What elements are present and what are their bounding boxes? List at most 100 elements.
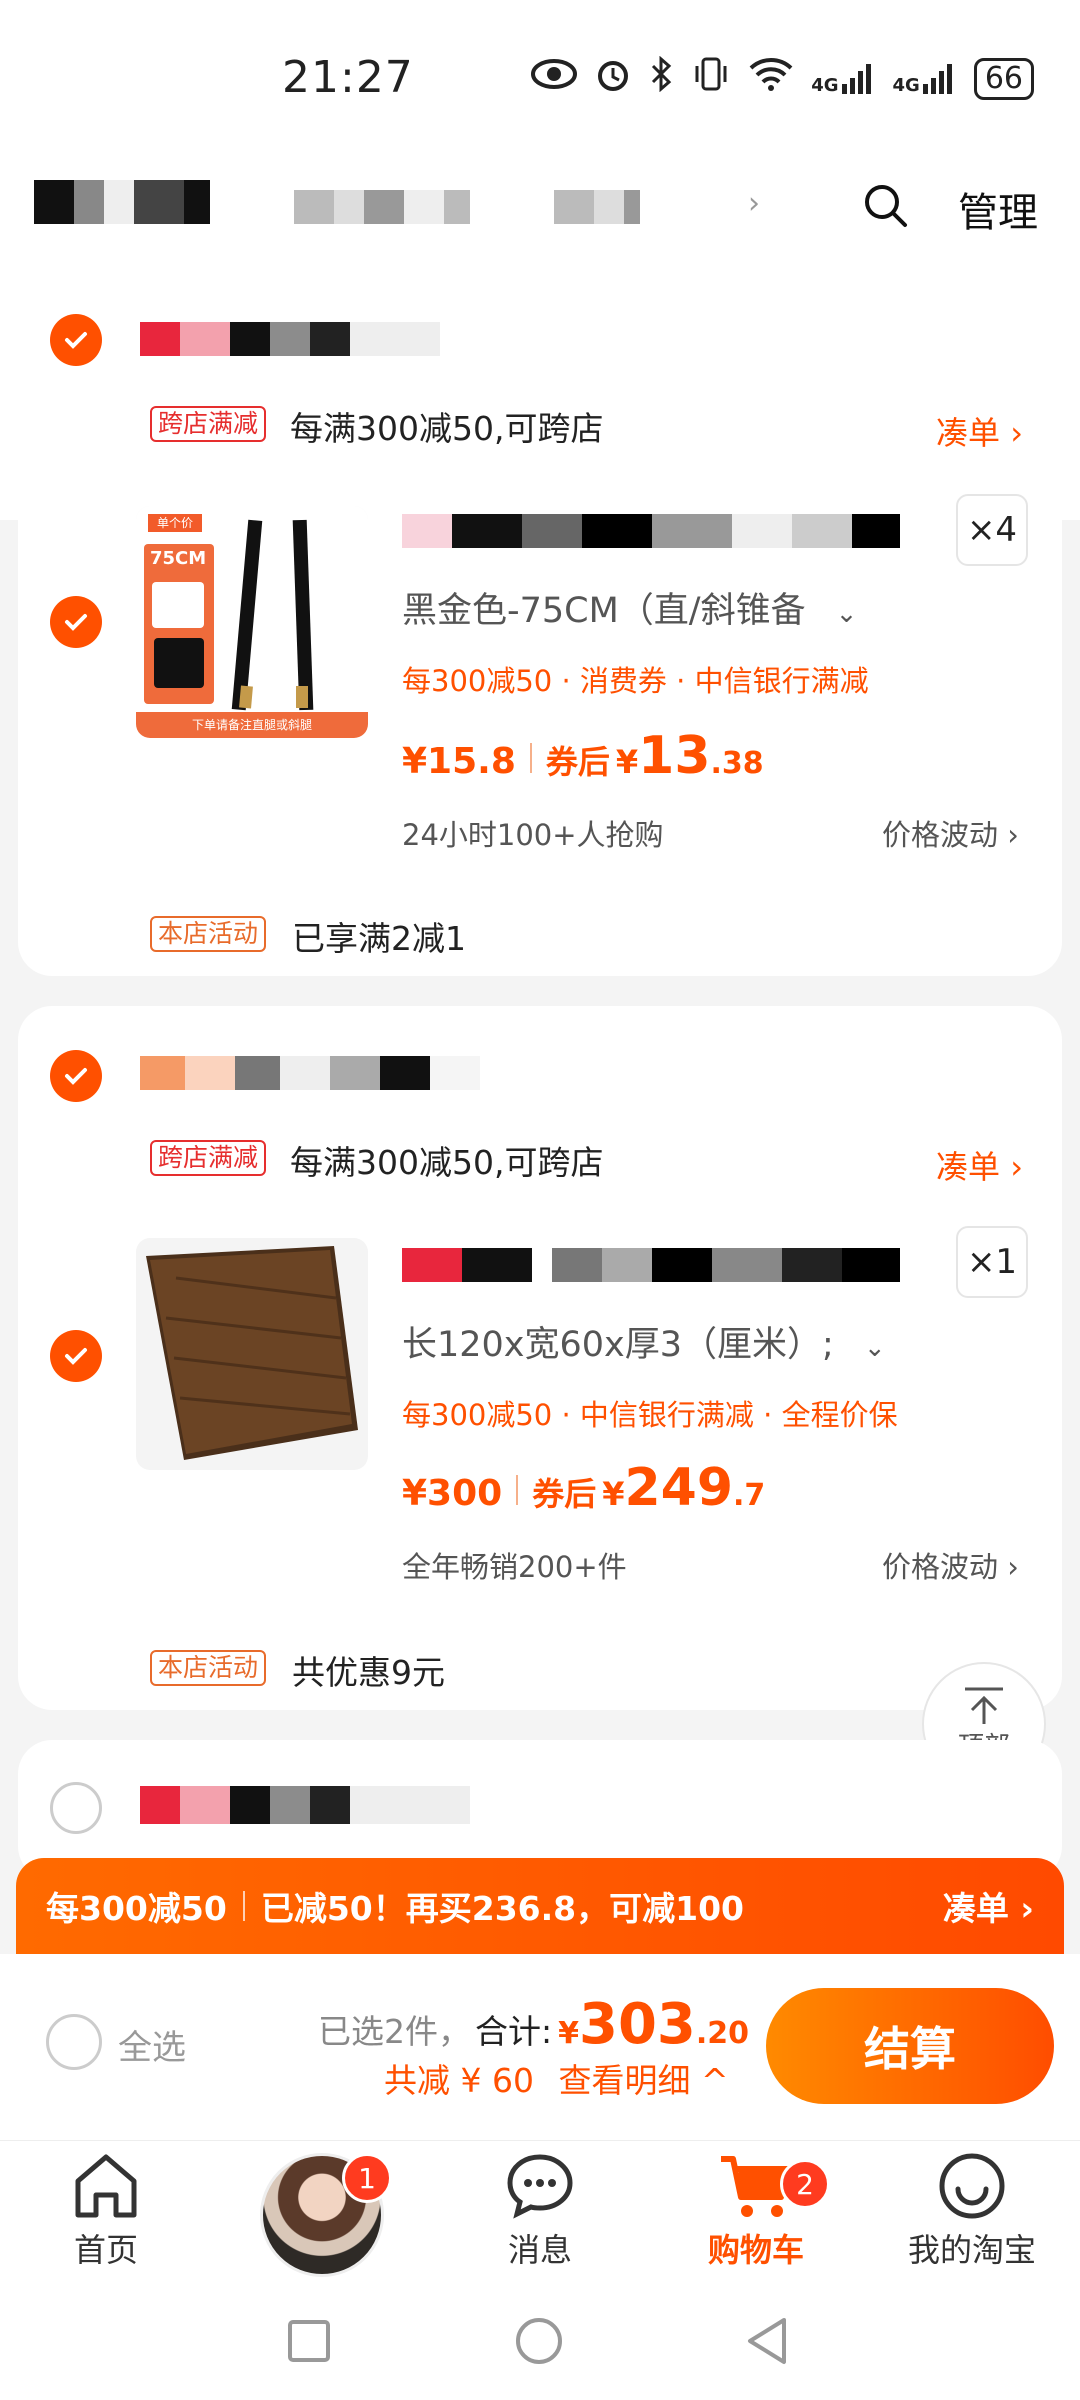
shop-3-name-blurred[interactable] — [140, 1786, 470, 1824]
after-coupon-dec: .7 — [733, 1478, 766, 1513]
product-1-title-blurred[interactable] — [402, 514, 900, 548]
item-price: ¥300 券后 ¥ 249 .7 — [402, 1458, 766, 1518]
arrow-up-icon — [965, 1687, 1003, 1724]
tab-cart[interactable]: 购物车 2 — [656, 2151, 856, 2271]
shop-2-checkbox[interactable] — [50, 1050, 102, 1102]
thumb-label-top: 单个价 — [148, 514, 202, 532]
notification-badge: 1 — [342, 2153, 392, 2203]
product-2-image[interactable] — [136, 1238, 368, 1470]
header-tab-blurred-2[interactable] — [294, 190, 470, 224]
vibrate-icon — [691, 56, 731, 101]
manage-button[interactable]: 管理 — [958, 180, 1038, 238]
tab-avatar[interactable]: 1 — [222, 2153, 422, 2277]
status-icons: 4G 4G 66 — [531, 55, 1034, 101]
selected-count: 已选2件， — [318, 2012, 471, 2051]
chevron-right-icon: › — [998, 1550, 1019, 1584]
status-time: 21:27 — [282, 52, 414, 103]
home-nav-icon[interactable] — [514, 2316, 564, 2366]
total-int: 303 — [579, 1992, 696, 2057]
thumb-caption: 下单请备注直腿或斜腿 — [136, 712, 368, 738]
product-2-title-blurred[interactable] — [402, 1248, 900, 1282]
sku-selector[interactable]: 黑金色-75CM（直/斜锥备 ⌄ — [402, 582, 857, 633]
chevron-down-icon: ⌄ — [863, 1333, 886, 1363]
smile-icon — [939, 2153, 1005, 2219]
recent-apps-icon[interactable] — [286, 2318, 332, 2364]
chevron-up-icon: ^ — [700, 2061, 729, 2100]
select-all-checkbox[interactable] — [46, 2014, 102, 2070]
quantity-badge[interactable]: ×4 — [956, 494, 1028, 566]
promo-bar[interactable]: 每300减50 已减50！再买236.8，可减100 凑单 › — [16, 1858, 1064, 1954]
tab-messages[interactable]: 消息 — [440, 2151, 640, 2271]
sales-text: 24小时100+人抢购 — [402, 818, 664, 852]
cross-store-text: 每满300减50,可跨店 — [290, 409, 604, 448]
product-1-image[interactable]: 单个价 75CM 下单请备注直腿或斜腿 — [136, 506, 368, 738]
header-tab-blurred[interactable] — [34, 180, 210, 224]
bluetooth-icon — [649, 55, 673, 101]
store-activity-tag: 本店活动 — [150, 916, 267, 952]
cross-store-text: 每满300减50,可跨店 — [290, 1143, 604, 1182]
signal-4g-icon: 4G — [811, 62, 874, 96]
cross-store-tag: 跨店满减 — [150, 1140, 267, 1176]
shop-1-checkbox[interactable] — [50, 314, 102, 366]
original-price: ¥300 — [402, 1473, 503, 1514]
thumb-label-size: 75CM — [150, 548, 207, 569]
wifi-icon — [749, 56, 793, 101]
chevron-right-icon[interactable]: › — [748, 186, 760, 221]
store-activity-text: 共优惠9元 — [292, 1653, 445, 1692]
cart-count-badge: 2 — [780, 2159, 830, 2209]
tab-home[interactable]: 首页 — [6, 2151, 206, 2271]
bottom-tab-bar: 首页 1 消息 购物车 2 我的淘宝 — [0, 2140, 1080, 2290]
chevron-down-icon: ⌄ — [835, 599, 858, 629]
item-promos: 每300减50 · 消费券 · 中信银行满减 — [402, 664, 869, 698]
total-summary: 已选2件， 合计: ¥ 303 .20 — [318, 1992, 750, 2057]
total-dec: .20 — [695, 2016, 750, 2051]
original-price: ¥15.8 — [402, 741, 516, 782]
item-promos: 每300减50 · 中信银行满减 · 全程价保 — [402, 1398, 898, 1432]
sku-selector[interactable]: 长120x宽60x厚3（厘米）; ⌄ — [402, 1316, 886, 1367]
signal-4g-icon-2: 4G — [893, 62, 956, 96]
discount-detail-link[interactable]: 共减 ¥ 60 查看明细 ^ — [384, 2054, 729, 2102]
back-nav-icon[interactable] — [744, 2316, 790, 2366]
checkout-button[interactable]: 结算 — [766, 1988, 1054, 2104]
price-fluctuation-link[interactable]: 价格波动 › — [882, 1544, 1019, 1586]
promo-add-on-link[interactable]: 凑单 › — [943, 1882, 1034, 1930]
search-icon[interactable] — [862, 182, 908, 228]
after-coupon-label: 券后 — [532, 1475, 597, 1513]
select-all-label[interactable]: 全选 — [118, 2020, 186, 2069]
chevron-right-icon: › — [1010, 414, 1023, 452]
chevron-right-icon: › — [998, 818, 1019, 852]
check-icon — [65, 1068, 87, 1085]
system-nav-bar — [0, 2290, 1080, 2400]
after-coupon-label: 券后 — [545, 743, 610, 781]
price-divider — [516, 1475, 519, 1505]
cross-store-tag: 跨店满减 — [150, 406, 267, 442]
quantity-badge[interactable]: ×1 — [956, 1226, 1028, 1298]
header-tab-blurred-3[interactable] — [554, 190, 640, 224]
shop-1-name-blurred[interactable] — [140, 322, 440, 356]
store-activity-text: 已享满2减1 — [292, 919, 466, 958]
shop-3-checkbox[interactable] — [50, 1782, 102, 1834]
total-label: 合计: — [475, 2012, 553, 2051]
chevron-right-icon: › — [1010, 1148, 1023, 1186]
battery-indicator: 66 — [973, 57, 1034, 100]
price-fluctuation-link[interactable]: 价格波动 › — [882, 812, 1019, 854]
add-on-link[interactable]: 凑单 › — [936, 1142, 1023, 1188]
sales-text: 全年畅销200+件 — [402, 1550, 627, 1584]
alarm-icon — [595, 56, 631, 101]
check-icon — [65, 332, 87, 349]
shop-2-name-blurred[interactable] — [140, 1056, 480, 1090]
check-icon — [65, 1348, 87, 1365]
tab-my-taobao[interactable]: 我的淘宝 — [872, 2151, 1072, 2271]
item-1-checkbox[interactable] — [50, 596, 102, 648]
promo-divider — [242, 1891, 245, 1921]
store-activity-tag: 本店活动 — [150, 1650, 267, 1686]
after-coupon-dec: .38 — [710, 746, 764, 781]
check-icon — [65, 614, 87, 631]
after-coupon-int: 249 — [624, 1458, 734, 1518]
eye-icon — [531, 58, 578, 99]
item-price: ¥15.8 券后 ¥ 13 .38 — [402, 726, 764, 786]
chat-bubble-icon — [507, 2154, 573, 2219]
item-2-checkbox[interactable] — [50, 1330, 102, 1382]
add-on-link[interactable]: 凑单 › — [936, 408, 1023, 454]
after-coupon-int: 13 — [638, 726, 711, 786]
